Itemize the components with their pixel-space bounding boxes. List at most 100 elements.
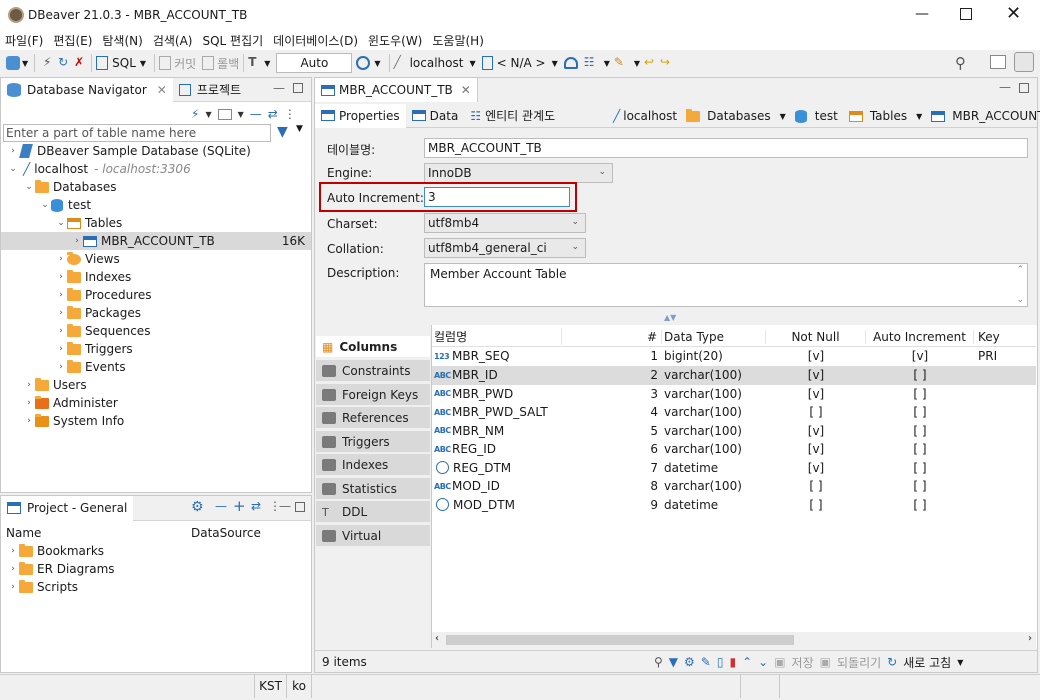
project-add-icon[interactable]: + [233, 497, 246, 515]
description-textarea[interactable]: Member Account Table ⌃ ⌄ [424, 263, 1028, 307]
auto-increment-input[interactable]: 3 [424, 187, 570, 207]
tree-item-administer[interactable]: › Administer [1, 394, 311, 412]
engine-select[interactable]: InnoDB ⌄ [424, 163, 613, 183]
refresh-button[interactable]: 새로 고침 [903, 654, 951, 671]
tree-item-test[interactable]: ⌄ test [1, 196, 311, 214]
table-row[interactable]: ABC MBR_NM 5 varchar(100) [v] [ ] [432, 422, 1036, 441]
header-auto-increment[interactable]: Auto Increment [866, 329, 974, 344]
delete-icon[interactable]: ▮ [729, 655, 736, 669]
table-row[interactable]: MOD_DTM 9 datetime [ ] [ ] [432, 496, 1036, 515]
header-ordinal[interactable]: # [562, 329, 662, 344]
sidetab-virtual[interactable]: Virtual [316, 525, 430, 547]
menu-help[interactable]: 도움말(H) [432, 32, 484, 49]
tree-item-events[interactable]: › Events [1, 358, 311, 376]
breadcrumb-conn[interactable]: localhost [623, 109, 677, 123]
editor-maximize-icon[interactable] [1019, 83, 1029, 93]
view-menu-icon[interactable]: ⋮ [284, 107, 296, 121]
maximize-panel-icon[interactable] [293, 83, 303, 93]
tree-item-system-info[interactable]: › System Info [1, 412, 311, 430]
table-row[interactable]: ABC REG_ID 6 varchar(100) [v] [ ] [432, 440, 1036, 459]
tree-item-packages[interactable]: › Packages [1, 304, 311, 322]
tree-item-sequences[interactable]: › Sequences [1, 322, 311, 340]
close-window-button[interactable]: ✕ [1006, 3, 1021, 24]
project-item-scripts[interactable]: › Scripts [1, 578, 311, 596]
subtab-properties[interactable]: Properties [315, 103, 406, 128]
sidetab-statistics[interactable]: Statistics [316, 478, 430, 500]
header-data-type[interactable]: Data Type [662, 329, 766, 344]
project-settings-icon[interactable]: ⚙ [191, 499, 204, 515]
table-name-input[interactable]: MBR_ACCOUNT_TB [424, 138, 1028, 158]
auto-commit-field[interactable]: Auto [276, 53, 353, 73]
forward-icon[interactable]: ↪ [660, 55, 676, 71]
tree-item-triggers[interactable]: › Triggers [1, 340, 311, 358]
scrollbar-thumb[interactable] [446, 635, 794, 645]
table-row[interactable]: ABC MBR_PWD 3 varchar(100) [v] [ ] [432, 385, 1036, 404]
breadcrumb-db[interactable]: test [815, 109, 838, 123]
subtab-data[interactable]: Data [406, 104, 465, 128]
tree-item-procedures[interactable]: › Procedures [1, 286, 311, 304]
commit-button[interactable]: 커밋 [174, 55, 196, 72]
rollback-button[interactable]: 롤백 [217, 55, 239, 72]
close-tab-icon[interactable]: ✕ [157, 83, 167, 97]
search-icon[interactable]: ⚲ [654, 655, 663, 669]
table-row[interactable]: 123 MBR_SEQ 1 bigint(20) [v] [v] PRI [432, 347, 1036, 366]
sql-button[interactable]: SQL [112, 56, 136, 70]
scroll-right-icon[interactable]: › [1028, 633, 1032, 644]
minimize-button[interactable]: — [912, 6, 932, 22]
breadcrumb-table[interactable]: MBR_ACCOUNT_TB [952, 109, 1040, 123]
tools-icon[interactable]: ✎ [614, 55, 630, 71]
tree-item-views[interactable]: › Views [1, 250, 311, 268]
menu-file[interactable]: 파일(F) [5, 32, 43, 49]
menu-database[interactable]: 데이터베이스(D) [273, 32, 358, 49]
sidetab-constraints[interactable]: Constraints [316, 360, 430, 382]
copy-icon[interactable]: ▯ [717, 655, 724, 669]
new-connection-small-icon[interactable]: ⚡ [191, 107, 199, 121]
header-key[interactable]: Key [974, 330, 1034, 344]
global-search-icon[interactable]: ⚲ [955, 54, 966, 72]
scroll-down-icon[interactable]: ⌄ [1016, 295, 1024, 305]
history-icon[interactable] [356, 56, 371, 70]
sidetab-foreign-keys[interactable]: Foreign Keys [316, 384, 430, 406]
project-col-name[interactable]: Name [6, 526, 41, 540]
filter-columns-icon[interactable]: ▼ [669, 655, 678, 669]
table-row[interactable]: ABC MBR_PWD_SALT 4 varchar(100) [ ] [ ] [432, 403, 1036, 422]
project-link-icon[interactable]: ⇄ [251, 499, 261, 513]
project-col-datasource[interactable]: DataSource [191, 526, 261, 540]
table-row[interactable]: ABC MBR_ID 2 varchar(100) [v] [ ] [432, 366, 1036, 385]
project-collapse-icon[interactable]: — [215, 499, 227, 513]
horizontal-scrollbar[interactable]: ‹ › [432, 632, 1036, 648]
sidetab-references[interactable]: References [316, 407, 430, 429]
project-minimize-icon[interactable]: — [279, 499, 291, 513]
menu-navigate[interactable]: 탐색(N) [102, 32, 142, 49]
new-folder-icon[interactable] [217, 108, 232, 120]
tab-database-navigator[interactable]: Database Navigator ✕ [1, 77, 173, 102]
tree-item-indexes[interactable]: › Indexes [1, 268, 311, 286]
tree-item-databases[interactable]: ⌄ Databases [1, 178, 311, 196]
new-connection-icon[interactable] [6, 56, 20, 70]
active-schema[interactable]: < N/A > [497, 56, 546, 70]
move-up-icon[interactable]: ⌃ [742, 655, 752, 669]
status-locale[interactable]: ko [286, 674, 312, 698]
menu-window[interactable]: 윈도우(W) [368, 32, 422, 49]
back-icon[interactable]: ↩ [644, 55, 660, 71]
editor-tab-mbr-account-tb[interactable]: MBR_ACCOUNT_TB ✕ [315, 78, 478, 102]
tree-item-tables[interactable]: ⌄ Tables [1, 214, 311, 232]
dbeaver-perspective-icon[interactable] [1014, 52, 1034, 72]
header-not-null[interactable]: Not Null [766, 329, 866, 344]
commit-icon[interactable] [159, 56, 172, 70]
perspective-icon[interactable] [990, 55, 1006, 69]
link-editor-icon[interactable]: ⇄ [268, 107, 278, 121]
sidetab-ddl[interactable]: T DDL [316, 501, 430, 523]
invalidate-icon[interactable]: ↻ [55, 55, 71, 71]
maximize-button[interactable] [960, 8, 972, 20]
tree-item-localhost[interactable]: ⌄ ╱ localhost - localhost:3306 [1, 160, 311, 178]
minimize-panel-icon[interactable]: — [273, 81, 285, 95]
editor-minimize-icon[interactable]: — [999, 80, 1011, 94]
edit-icon[interactable]: ✎ [701, 655, 711, 669]
collapse-all-icon[interactable]: — [250, 107, 262, 121]
sql-editor-icon[interactable] [96, 56, 109, 70]
breadcrumb-tables[interactable]: Tables [870, 109, 907, 123]
collation-select[interactable]: utf8mb4_general_ci ⌄ [424, 238, 586, 258]
close-editor-icon[interactable]: ✕ [461, 83, 471, 97]
connect-icon[interactable]: ⚡ [39, 55, 55, 71]
